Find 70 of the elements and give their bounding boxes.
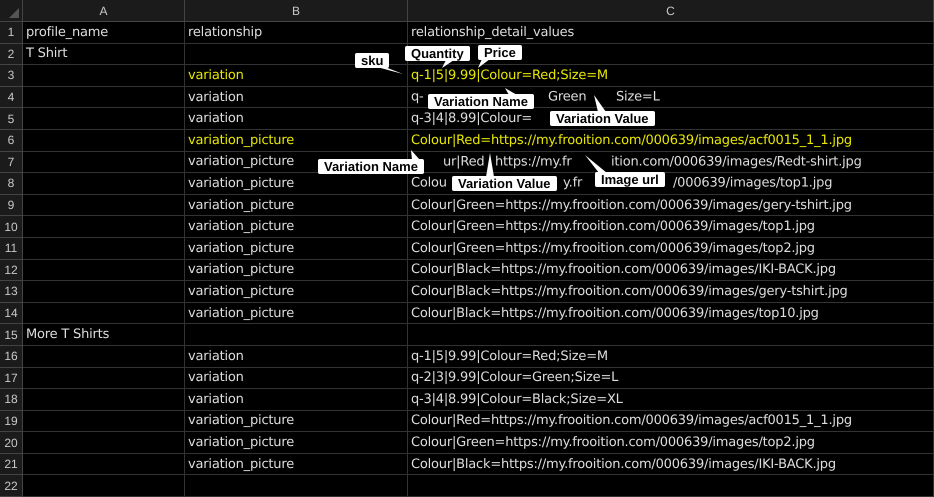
cell-text: https://my.fr: [495, 154, 572, 170]
cell-text: y.fr: [563, 176, 582, 191]
table-cell: variation_picture: [185, 260, 408, 282]
cell-text: ition.com/000639/images/Redt-shirt.jpg: [611, 154, 862, 170]
table-cell: Colour|Black=https://my.frooition.com/000639/images/gery-tshirt.jpg: [408, 281, 934, 303]
row-header[interactable]: 2: [0, 44, 23, 66]
row-header[interactable]: 22: [0, 475, 23, 497]
cell-text: Colou: [411, 176, 447, 191]
table-cell: Colour|Green=https://my.frooition.com/000639/images/top1.jpg: [408, 216, 934, 238]
table-cell: Colour|Red=https://my.frooition.com/000639/images/acf0015_1_1.jpg: [408, 130, 934, 152]
row-header[interactable]: 20: [0, 432, 23, 454]
table-cell: variation_picture: [185, 302, 408, 324]
table-cell: variation: [185, 108, 408, 130]
table-cell: variation_picture: [185, 238, 408, 260]
table-cell: q-1|5|9.99|Colour=Red;Size=M: [408, 346, 934, 368]
row-header[interactable]: 17: [0, 368, 23, 390]
row-header[interactable]: 8: [0, 173, 23, 195]
row-header[interactable]: 9: [0, 194, 23, 216]
column-header[interactable]: C: [408, 0, 934, 22]
table-cell: variation: [185, 86, 408, 108]
row-header[interactable]: 13: [0, 281, 23, 303]
row-header[interactable]: 12: [0, 260, 23, 282]
table-cell: variation_picture: [185, 410, 408, 432]
column-header[interactable]: B: [185, 0, 408, 22]
row-header[interactable]: 6: [0, 130, 23, 152]
row-header[interactable]: 18: [0, 389, 23, 411]
table-cell: q-3|4|8.99|Colour=Black;Size=XL: [408, 389, 934, 411]
table-cell: variation_picture: [185, 281, 408, 303]
table-cell: Colour|Green=https://my.frooition.com/000639/images/top2.jpg: [408, 432, 934, 454]
table-cell: variation_picture: [185, 130, 408, 152]
table-cell: q-2|3|9.99|Colour=Green;Size=L: [408, 368, 934, 390]
table-cell: variation: [185, 368, 408, 390]
column-header[interactable]: A: [23, 0, 185, 22]
cell-text: Size=L: [616, 90, 660, 105]
table-cell: variation_picture: [185, 454, 408, 476]
callout-pointer: [486, 153, 494, 177]
table-cell: Colour|Red=https://my.frooition.com/000639/images/acf0015_1_1.jpg: [408, 410, 934, 432]
cell-text: Green: [548, 90, 586, 105]
row-header[interactable]: 11: [0, 238, 23, 260]
row-header[interactable]: 4: [0, 86, 23, 108]
row-header[interactable]: 1: [0, 22, 23, 44]
row-header[interactable]: 7: [0, 152, 23, 174]
row-header[interactable]: 15: [0, 324, 23, 346]
table-cell: Colour|Black=https://my.frooition.com/000639/images/top10.jpg: [408, 302, 934, 324]
row-header[interactable]: 10: [0, 216, 23, 238]
table-cell: Colour|Green=https://my.frooition.com/000639/images/gery-tshirt.jpg: [408, 194, 934, 216]
table-cell: relationship: [185, 22, 408, 44]
row-header[interactable]: 16: [0, 346, 23, 368]
table-cell: More T Shirts: [23, 324, 185, 346]
table-cell: Colour|Green=https://my.frooition.com/000639/images/top2.jpg: [408, 238, 934, 260]
row-header[interactable]: 14: [0, 302, 23, 324]
table-cell: Colour|Black=https://my.frooition.com/000639/images/IKI-BACK.jpg: [408, 260, 934, 282]
cell-text: ur|Red: [443, 154, 484, 170]
table-cell: variation: [185, 389, 408, 411]
callout-pointer: [585, 155, 607, 173]
table-cell: Colour|Black=https://my.frooition.com/000639/images/IKI-BACK.jpg: [408, 454, 934, 476]
row-header[interactable]: 5: [0, 108, 23, 130]
table-cell: relationship_detail_values: [408, 22, 934, 44]
table-cell: q-1|5|9.99|Colour=Red;Size=M: [408, 65, 934, 87]
table-cell: variation_picture: [185, 432, 408, 454]
table-cell: variation_picture: [185, 194, 408, 216]
row-header[interactable]: 3: [0, 65, 23, 87]
cell-text: q-: [411, 90, 424, 105]
table-cell: variation: [185, 346, 408, 368]
table-cell: variation_picture: [185, 216, 408, 238]
table-cell: profile_name: [23, 22, 185, 44]
table-cell: T Shirt: [23, 44, 185, 66]
cell-text: /000639/images/top1.jpg: [673, 176, 832, 191]
row-header[interactable]: 19: [0, 410, 23, 432]
row-header[interactable]: 21: [0, 454, 23, 476]
